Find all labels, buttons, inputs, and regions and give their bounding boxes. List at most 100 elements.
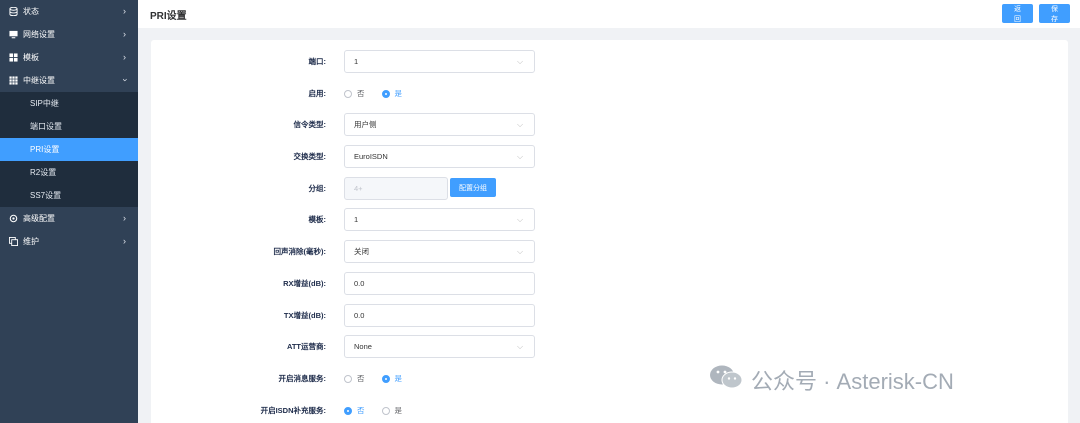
group-placeholder: 4+ xyxy=(354,184,363,193)
sidebar-item-template[interactable]: 模板 › xyxy=(0,46,138,69)
sidebar: 状态 › 网络设置 › 模板 › 中继设置 › SIP中继 端口设置 PRI设置… xyxy=(0,0,138,423)
port-select[interactable]: 1 ⌵ xyxy=(344,50,535,73)
watermark-text: 公众号 · Asterisk-CN xyxy=(751,369,954,394)
chevron-right-icon: › xyxy=(123,29,126,39)
radio-label: 否 xyxy=(357,89,365,98)
grid-icon xyxy=(9,53,18,62)
template-label: 模板: xyxy=(308,215,327,224)
gear-icon xyxy=(9,214,18,223)
isdn-supp-radio-yes[interactable]: 是 xyxy=(381,405,403,416)
sidebar-item-port-settings[interactable]: 端口设置 xyxy=(0,115,138,138)
sidebar-item-sip-trunk[interactable]: SIP中继 xyxy=(0,92,138,115)
sidebar-item-maintenance[interactable]: 维护 › xyxy=(0,230,138,253)
form-row-rx-gain: RX增益(dB): 0.0 xyxy=(151,272,1068,295)
form-row-enable: 启用: 否 是 xyxy=(151,82,1068,105)
form-row-template: 模板: 1 ⌵ xyxy=(151,208,1068,231)
sidebar-item-status[interactable]: 状态 › xyxy=(0,0,138,23)
isdn-supp-radio-no[interactable]: 否 xyxy=(344,405,365,416)
radio-circle-icon xyxy=(381,406,390,415)
back-button[interactable]: 返回 xyxy=(1002,4,1033,23)
sidebar-item-network[interactable]: 网络设置 › xyxy=(0,23,138,46)
group-label: 分组: xyxy=(308,184,327,193)
form-row-group: 分组: 4+ 配置分组 xyxy=(151,177,1068,200)
form-row-att-operator: ATT运营商: None ⌵ xyxy=(151,335,1068,358)
sidebar-item-label: 高级配置 xyxy=(23,214,55,223)
chevron-down-icon: ⌵ xyxy=(517,215,524,224)
chevron-right-icon: › xyxy=(123,6,126,16)
enable-radio-no[interactable]: 否 xyxy=(344,88,365,99)
radio-label: 否 xyxy=(357,406,365,415)
echo-cancel-label: 回声消除(毫秒): xyxy=(273,247,327,256)
port-label: 端口: xyxy=(308,57,327,66)
switch-type-select[interactable]: EuroISDN ⌵ xyxy=(344,145,535,168)
att-operator-value: None xyxy=(354,342,372,351)
msg-service-radio-group: 否 是 xyxy=(344,373,419,384)
save-button[interactable]: 保存 xyxy=(1039,4,1070,23)
page-header: PRI设置 返回 保存 xyxy=(138,0,1080,28)
form-row-switch-type: 交换类型: EuroISDN ⌵ xyxy=(151,145,1068,168)
signaling-label: 信令类型: xyxy=(293,120,327,129)
radio-circle-icon xyxy=(344,374,352,383)
radio-checked-icon xyxy=(344,406,352,415)
radio-label: 是 xyxy=(394,89,403,98)
form-row-signaling: 信令类型: 用户侧 ⌵ xyxy=(151,113,1068,136)
copy-icon xyxy=(9,237,18,246)
template-select[interactable]: 1 ⌵ xyxy=(344,208,535,231)
signaling-value: 用户侧 xyxy=(354,120,377,129)
switch-type-value: EuroISDN xyxy=(354,152,388,161)
chevron-down-icon: ⌵ xyxy=(517,342,524,351)
msg-service-radio-yes[interactable]: 是 xyxy=(381,373,403,384)
rx-gain-input[interactable]: 0.0 xyxy=(344,272,535,295)
apps-icon xyxy=(9,76,18,85)
form-row-echo-cancel: 回声消除(毫秒): 关闭 ⌵ xyxy=(151,240,1068,263)
radio-label: 是 xyxy=(394,374,403,383)
tx-gain-input[interactable]: 0.0 xyxy=(344,304,535,327)
database-icon xyxy=(9,7,18,16)
signaling-select[interactable]: 用户侧 ⌵ xyxy=(344,113,535,136)
sidebar-item-label: 状态 xyxy=(23,7,39,16)
sidebar-item-label: 模板 xyxy=(23,53,39,62)
sidebar-item-r2-settings[interactable]: R2设置 xyxy=(0,161,138,184)
enable-radio-yes[interactable]: 是 xyxy=(381,88,403,99)
echo-cancel-value: 关闭 xyxy=(354,247,369,256)
template-value: 1 xyxy=(354,215,359,224)
port-value: 1 xyxy=(354,57,359,66)
enable-label: 启用: xyxy=(308,89,327,98)
form-row-tx-gain: TX增益(dB): 0.0 xyxy=(151,304,1068,327)
sidebar-item-label: 中继设置 xyxy=(23,76,55,85)
sidebar-item-label: 维护 xyxy=(23,237,39,246)
radio-circle-icon xyxy=(344,89,352,98)
radio-checked-icon xyxy=(381,89,390,98)
wechat-icon xyxy=(709,364,743,396)
chevron-right-icon: › xyxy=(123,236,126,246)
page-title: PRI设置 xyxy=(150,11,187,22)
chevron-down-icon: ⌵ xyxy=(517,152,524,161)
enable-radio-group: 否 是 xyxy=(344,88,419,99)
radio-label: 是 xyxy=(394,406,403,415)
sidebar-item-advanced[interactable]: 高级配置 › xyxy=(0,207,138,230)
tx-gain-value: 0.0 xyxy=(354,311,365,320)
trunk-submenu: SIP中继 端口设置 PRI设置 R2设置 SS7设置 xyxy=(0,92,138,207)
rx-gain-label: RX增益(dB): xyxy=(283,279,326,288)
monitor-icon xyxy=(9,30,18,39)
sidebar-item-pri-settings[interactable]: PRI设置 xyxy=(0,138,138,161)
echo-cancel-select[interactable]: 关闭 ⌵ xyxy=(344,240,535,263)
chevron-right-icon: › xyxy=(123,213,126,223)
isdn-supp-radio-group: 否 是 xyxy=(344,405,419,416)
rx-gain-value: 0.0 xyxy=(354,279,365,288)
configure-group-button[interactable]: 配置分组 xyxy=(450,178,496,197)
isdn-supp-label: 开启ISDN补充服务: xyxy=(260,406,326,415)
watermark: 公众号 · Asterisk-CN xyxy=(709,364,954,396)
chevron-down-icon: ⌵ xyxy=(517,120,524,129)
msg-service-label: 开启消息服务: xyxy=(278,374,327,383)
form-row-isdn-supp: 开启ISDN补充服务: 否 是 xyxy=(151,399,1068,422)
group-input[interactable]: 4+ xyxy=(344,177,448,200)
att-operator-select[interactable]: None ⌵ xyxy=(344,335,535,358)
sidebar-item-ss7-settings[interactable]: SS7设置 xyxy=(0,184,138,207)
radio-checked-icon xyxy=(381,374,390,383)
chevron-down-icon: ⌵ xyxy=(517,57,524,66)
switch-type-label: 交换类型: xyxy=(293,152,327,161)
sidebar-item-trunk[interactable]: 中继设置 › xyxy=(0,69,138,92)
msg-service-radio-no[interactable]: 否 xyxy=(344,373,365,384)
chevron-down-icon: ⌵ xyxy=(517,247,524,256)
